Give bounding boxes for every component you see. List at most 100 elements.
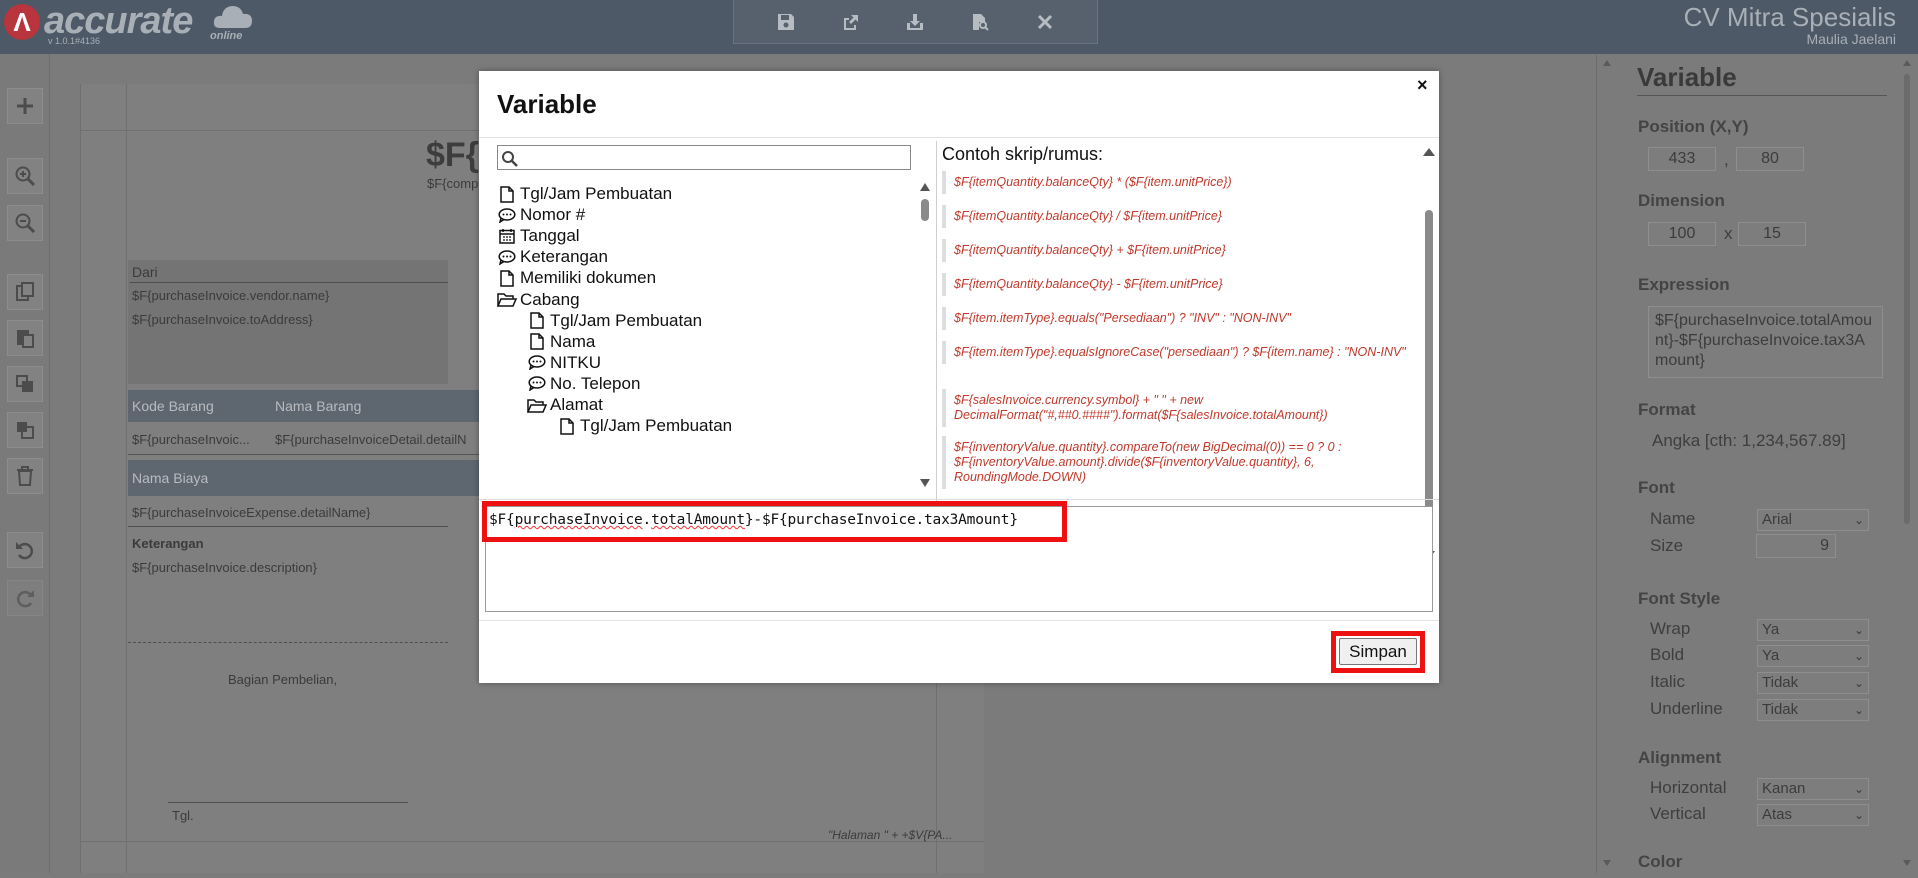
tree-item-label: Nama [550, 331, 596, 351]
save-icon[interactable] [771, 7, 801, 37]
copy-icon[interactable] [7, 274, 43, 310]
tree-item[interactable]: Tgl/Jam Pembuatan [557, 414, 732, 438]
export-icon[interactable] [836, 7, 866, 37]
vertical-value: Atas [1762, 806, 1793, 823]
horizontal-select[interactable]: Kanan ⌄ [1757, 778, 1869, 800]
tree-item-label: No. Telepon [550, 373, 641, 393]
chevron-down-icon: ⌄ [1853, 782, 1864, 796]
close-icon[interactable] [1030, 7, 1060, 37]
font-name-select[interactable]: Arial ⌄ [1757, 509, 1869, 531]
highlight-box [482, 501, 1067, 542]
zoom-out-icon[interactable] [7, 205, 43, 241]
page-number-field[interactable]: "Halaman " + +$V{PA... [828, 828, 973, 842]
vertical-select[interactable]: Atas ⌄ [1757, 804, 1869, 826]
font-size-label: Size [1650, 536, 1684, 555]
company-name: CV Mitra Spesialis [1683, 2, 1896, 32]
add-icon[interactable] [7, 88, 43, 124]
tree-scrollbar[interactable] [917, 179, 933, 491]
panel-title: Variable [1637, 62, 1887, 96]
folder-open-icon [527, 395, 547, 415]
dari-label[interactable]: Dari [132, 264, 158, 280]
vendor-field[interactable]: $F{purchaseInvoice.vendor.name} [132, 288, 329, 303]
redo-icon[interactable] [7, 580, 43, 616]
pos-y-input[interactable]: 80 [1736, 147, 1804, 171]
page-title-field[interactable]: $F{ [426, 136, 479, 175]
file-icon [527, 332, 547, 352]
bold-select[interactable]: Ya ⌄ [1757, 645, 1869, 667]
font-size-input[interactable]: 9 [1756, 534, 1836, 558]
example-snippet[interactable]: $F{itemQuantity.balanceQty} + $F{item.un… [942, 239, 1408, 262]
pos-x-input[interactable]: 433 [1648, 147, 1716, 171]
example-snippet[interactable]: $F{inventoryValue.quantity}.compareTo(ne… [942, 436, 1408, 489]
expression-label: Expression [1638, 275, 1730, 294]
wrap-label: Wrap [1650, 619, 1691, 638]
user-name[interactable]: Maulia Jaelani [1807, 31, 1897, 47]
horizontal-value: Kanan [1762, 780, 1806, 797]
tree-item-label: Tanggal [520, 226, 580, 246]
expression-field[interactable]: $F{purchaseInvoice.totalAmount}-$F{purch… [1648, 306, 1883, 378]
panel-scrollbar[interactable] [1600, 54, 1614, 873]
delete-icon[interactable] [7, 458, 43, 494]
dialog-title: Variable [497, 89, 597, 119]
paste-icon[interactable] [7, 320, 43, 356]
page-title-sub[interactable]: $F{comp [427, 176, 478, 191]
divider [479, 499, 1439, 500]
dim-width-input[interactable]: 100 [1648, 222, 1716, 246]
examples-scrollbar[interactable] [1421, 142, 1437, 565]
main-toolbar [733, 0, 1098, 44]
italic-select[interactable]: Tidak ⌄ [1757, 672, 1869, 694]
example-snippet[interactable]: $F{itemQuantity.balanceQty} / $F{item.un… [942, 205, 1408, 228]
example-snippet[interactable]: $F{itemQuantity.balanceQty} * ($F{item.u… [942, 171, 1408, 194]
example-snippet[interactable]: $F{item.itemType}.equalsIgnoreCase("pers… [942, 341, 1408, 364]
version-label: v 1.0.1#4136 [48, 36, 101, 46]
detail-name-field[interactable]: $F{purchaseInvoiceDetail.detailN [275, 432, 480, 447]
examples-title: Contoh skrip/rumus: [942, 144, 1104, 164]
underline-label: Underline [1650, 699, 1723, 718]
example-snippet[interactable]: $F{item.itemType}.equals("Persediaan") ?… [942, 307, 1408, 330]
underline-select[interactable]: Tidak ⌄ [1757, 699, 1869, 721]
description-field[interactable]: $F{purchaseInvoice.description} [132, 560, 317, 575]
signature-line [168, 802, 408, 803]
undo-icon[interactable] [7, 532, 43, 568]
send-back-icon[interactable] [7, 412, 43, 448]
example-snippet[interactable]: $F{itemQuantity.balanceQty} - $F{item.un… [942, 273, 1408, 296]
divider [128, 526, 448, 527]
search-input[interactable] [497, 145, 911, 170]
keterangan-label[interactable]: Keterangan [132, 536, 204, 551]
tree-item-label: Alamat [550, 395, 603, 414]
nama-biaya-header[interactable]: Nama Biaya [132, 470, 208, 486]
dim-height-input[interactable]: 15 [1738, 222, 1806, 246]
font-label: Font [1638, 478, 1675, 497]
bagian-label[interactable]: Bagian Pembelian, [228, 672, 337, 687]
pos-separator: , [1724, 150, 1729, 169]
zoom-in-icon[interactable] [7, 158, 43, 194]
download-icon[interactable] [900, 7, 930, 37]
format-value[interactable]: Angka [cth: 1,234,567.89] [1652, 431, 1846, 451]
logo-sub: online [210, 30, 243, 42]
logo-mark: Λ [4, 4, 40, 40]
nama-barang-header[interactable]: Nama Barang [275, 398, 361, 414]
address-field[interactable]: $F{purchaseInvoice.toAddress} [132, 312, 313, 327]
italic-value: Tidak [1762, 674, 1799, 691]
panel-scrollbar-right[interactable] [1900, 54, 1914, 873]
save-button[interactable]: Simpan [1339, 638, 1417, 665]
kode-barang-header[interactable]: Kode Barang [132, 398, 214, 414]
color-label: Color [1638, 852, 1683, 871]
tgl-label[interactable]: Tgl. [172, 808, 194, 823]
comment-icon [497, 247, 517, 267]
wrap-select[interactable]: Ya ⌄ [1757, 619, 1869, 641]
expense-field[interactable]: $F{purchaseInvoiceExpense.detailName} [132, 505, 370, 520]
detail-code-field[interactable]: $F{purchaseInvoic... [132, 432, 267, 447]
close-icon[interactable]: × [1417, 75, 1428, 96]
bring-front-icon[interactable] [7, 366, 43, 402]
variable-tree: Tgl/Jam Pembuatan Nomor # Tanggal Keteranga… [497, 182, 917, 486]
format-label: Format [1638, 400, 1696, 419]
position-label: Position (X,Y) [1638, 117, 1749, 136]
tree-item-label: Keterangan [520, 247, 608, 267]
comment-icon [527, 353, 547, 373]
tree-item-label: Memiliki dokumen [520, 268, 657, 288]
variable-dialog: Variable × Tgl/Jam Pembuatan Nomor # Tangg… [479, 71, 1439, 683]
example-snippet[interactable]: $F{salesInvoice.currency.symbol} + " " +… [942, 389, 1408, 427]
document-search-icon[interactable] [965, 7, 995, 37]
examples-list: $F{itemQuantity.balanceQty} * ($F{item.u… [942, 171, 1412, 489]
